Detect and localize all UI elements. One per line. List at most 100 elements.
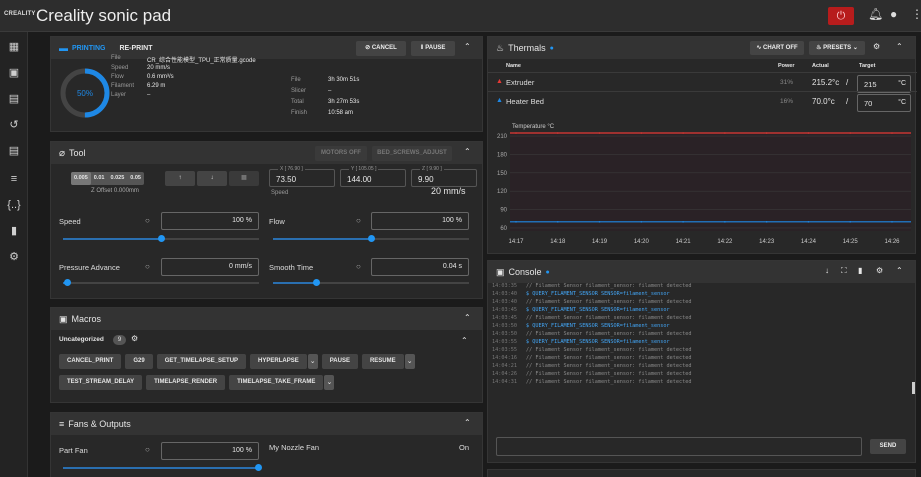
send-button[interactable]: SEND (870, 439, 906, 454)
z-offset: Z Offset 0.000mm (91, 188, 139, 194)
collapse-icon[interactable]: ⌃ (464, 147, 471, 156)
macro-button[interactable]: GET_TIMELAPSE_SETUP (156, 354, 247, 369)
part-fan-input[interactable]: 100 % (161, 442, 259, 460)
clear-icon[interactable]: ▮ (858, 266, 862, 275)
dropdown-icon[interactable]: ⌄ (324, 375, 335, 390)
target-temp-input[interactable]: 70 °C (857, 94, 911, 112)
help-icon[interactable]: ● (550, 45, 554, 52)
x-position-field[interactable]: X [ 76.90 ] 73.50 (269, 166, 335, 187)
data-point (891, 132, 893, 134)
smooth-time-value: 0.04 s (442, 263, 462, 270)
more-menu-icon[interactable]: ⋮ (911, 7, 921, 21)
pause-button[interactable]: ‖ PAUSE (411, 41, 455, 56)
speed-readout: 20 mm/s (431, 186, 466, 196)
history-icon[interactable]: ↺ (7, 118, 21, 132)
speed-input[interactable]: 100 % (161, 212, 259, 230)
y-position-field[interactable]: Y [ 105.05 ] 144.00 (340, 166, 406, 187)
device-icon[interactable]: ▮ (7, 224, 21, 238)
status-info-label: Finish (291, 110, 308, 116)
collapse-icon[interactable]: ⌃ (896, 266, 903, 275)
motors-off-button[interactable]: MOTORS OFF (315, 146, 367, 161)
console-message[interactable]: $ QUERY_FILAMENT_SENSOR SENSOR=filament_… (526, 323, 670, 329)
console-message[interactable]: $ QUERY_FILAMENT_SENSOR SENSOR=filament_… (526, 307, 670, 313)
console-message[interactable]: $ QUERY_FILAMENT_SENSOR SENSOR=filament_… (526, 339, 670, 345)
collapse-icon[interactable]: ⌃ (464, 418, 471, 427)
x-tick-label: 14:17 (508, 239, 524, 245)
dropdown-icon[interactable]: ⌄ (404, 354, 415, 369)
console-scrollbar[interactable] (912, 382, 915, 394)
macro-button[interactable]: TEST_STREAM_DELAY (59, 375, 143, 390)
jog-up-button[interactable]: ↑ (165, 171, 195, 186)
reset-icon[interactable]: ○ (356, 216, 361, 225)
reset-icon[interactable]: ○ (356, 262, 361, 271)
dropdown-icon[interactable]: ⌄ (307, 354, 318, 369)
chart-off-button[interactable]: ∿ CHART OFF (750, 41, 804, 55)
scroll-down-icon[interactable]: ↓ (825, 266, 829, 275)
pressure-advance-label: Pressure Advance (59, 263, 120, 272)
emergency-stop-button[interactable]: ⏻ (828, 7, 854, 25)
smooth-time-slider[interactable] (273, 279, 469, 286)
x-tick-label: 14:26 (884, 239, 900, 245)
part-fan-slider[interactable] (63, 464, 262, 471)
macro-button[interactable]: HYPERLAPSE (250, 354, 307, 369)
jobs-icon[interactable]: ▤ (7, 144, 21, 158)
reset-icon[interactable]: ○ (145, 216, 150, 225)
config-icon[interactable]: {..} (7, 198, 21, 212)
collapse-icon[interactable]: ⌃ (464, 42, 471, 51)
console-input[interactable] (496, 437, 862, 456)
flow-slider[interactable] (273, 235, 469, 242)
macro-button[interactable]: RESUME (361, 354, 404, 369)
reset-icon[interactable]: ○ (145, 445, 150, 454)
console-message[interactable]: $ QUERY_FILAMENT_SENSOR SENSOR=filament_… (526, 291, 670, 297)
jog-down-button[interactable]: ↓ (197, 171, 227, 186)
data-point (849, 132, 852, 134)
step-option[interactable]: 0.025 (107, 172, 127, 185)
settings-icon[interactable]: ⚙ (876, 266, 883, 275)
notifications-bell-icon[interactable]: 🔔︎ (868, 7, 883, 21)
part-fan-label: Part Fan (59, 446, 88, 455)
files-icon[interactable]: ▤ (7, 92, 21, 106)
macro-button[interactable]: PAUSE (321, 354, 358, 369)
z-position-field[interactable]: Z [ 9.90 ] 9.90 (411, 166, 477, 187)
step-option[interactable]: 0.005 (71, 172, 91, 185)
heater-bed-icon: ▲ (496, 97, 503, 104)
step-option[interactable]: 0.01 (91, 172, 108, 185)
reset-icon[interactable]: ○ (145, 262, 150, 271)
data-point (724, 221, 726, 223)
settings-icon[interactable]: ⚙ (873, 42, 880, 51)
home-button[interactable]: ▦ (229, 171, 259, 186)
target-temp-unit: °C (898, 99, 906, 106)
expand-icon[interactable]: ⛶ (841, 266, 847, 276)
pressure-advance-slider[interactable] (63, 279, 259, 286)
y-tick-label: 60 (500, 226, 507, 232)
macro-button[interactable]: TIMELAPSE_RENDER (146, 375, 226, 390)
flow-input[interactable]: 100 % (371, 212, 469, 230)
help-icon[interactable]: ● (546, 269, 550, 276)
console-icon[interactable]: ▣ (7, 66, 21, 80)
step-option[interactable]: 0.05 (127, 172, 144, 185)
smooth-time-input[interactable]: 0.04 s (371, 258, 469, 276)
settings-icon[interactable]: ⚙ (131, 334, 138, 343)
user-icon[interactable]: ● (890, 7, 897, 21)
collapse-icon[interactable]: ⌃ (464, 313, 471, 322)
collapse-icon[interactable]: ⌃ (896, 42, 903, 51)
speed-label: Speed (59, 217, 81, 226)
collapse-icon[interactable]: ⌃ (461, 336, 468, 345)
bed-screws-adjust-button[interactable]: BED_SCREWS_ADJUST (372, 146, 452, 161)
settings-icon[interactable]: ⚙ (7, 250, 21, 264)
cancel-label: CANCEL (371, 45, 397, 51)
console-card: ▣ Console ● ↓ ⛶ ▮ ⚙ ⌃ 14:03:35 // Filamen… (487, 260, 916, 463)
presets-button[interactable]: ♨ PRESETS ⌄ (809, 41, 865, 55)
macro-button[interactable]: CANCEL_PRINT (59, 354, 122, 369)
pressure-advance-input[interactable]: 0 mm/s (161, 258, 259, 276)
dashboard-icon[interactable]: ▦ (7, 40, 21, 54)
macro-button[interactable]: TIMELAPSE_TAKE_FRAME (229, 375, 324, 390)
console-time: 14:04:31 (492, 379, 517, 385)
macro-button[interactable]: G29 (125, 354, 153, 369)
speed-slider[interactable] (63, 235, 259, 242)
tune-icon[interactable]: ≡ (7, 172, 21, 186)
data-point (891, 221, 893, 223)
cancel-button[interactable]: ⊘ CANCEL (356, 41, 406, 56)
x-tick-label: 14:18 (550, 239, 566, 245)
reprint-button[interactable]: RE-PRINT (119, 45, 152, 52)
